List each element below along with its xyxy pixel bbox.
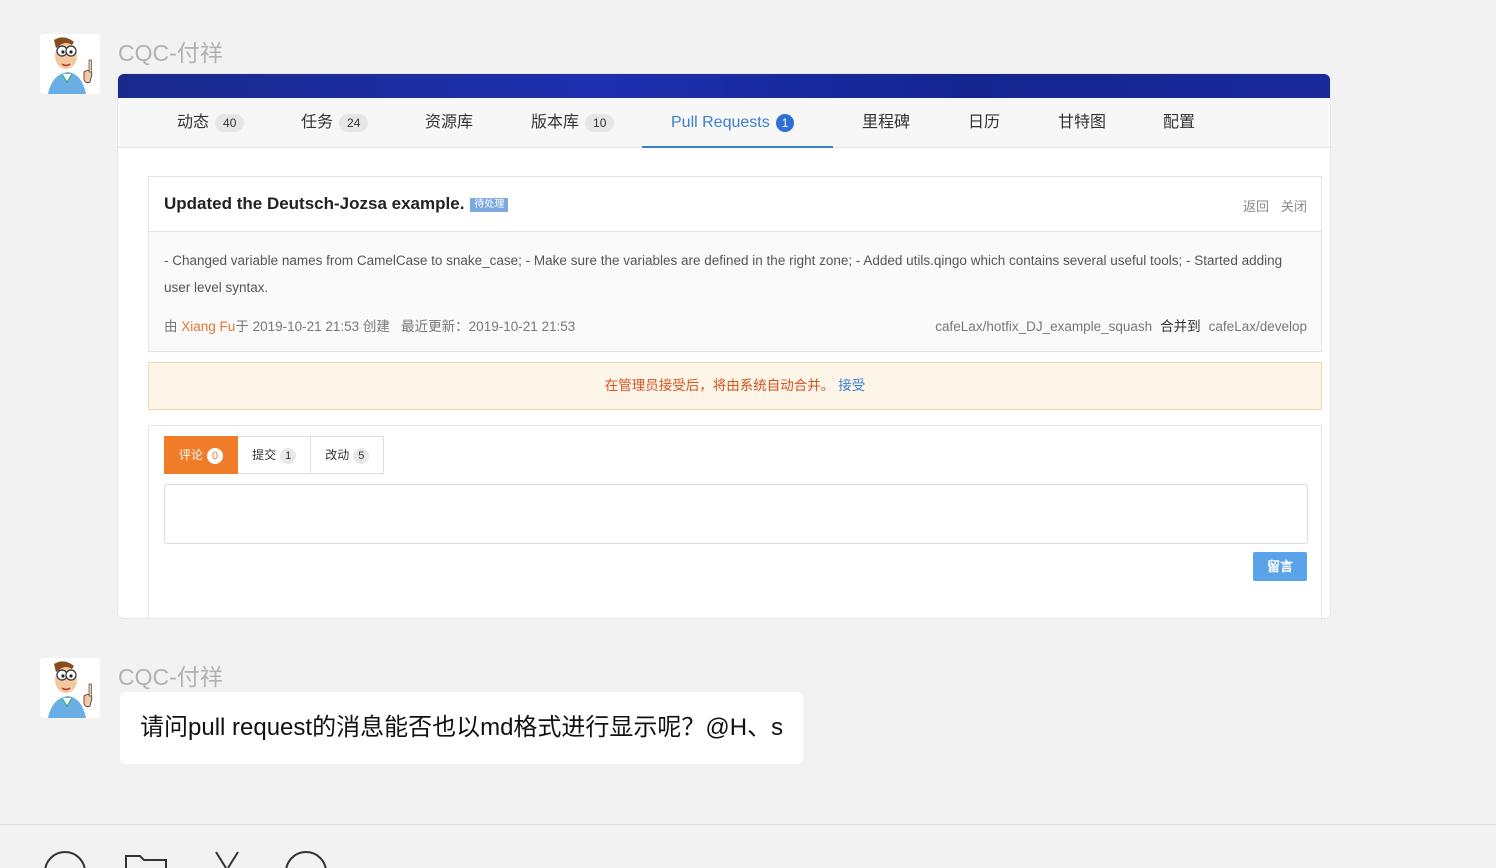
status-badge: 待处理 (470, 198, 509, 212)
tab-pull-requests[interactable]: Pull Requests 1 (671, 98, 795, 148)
post-comment-button[interactable]: 留言 (1253, 552, 1307, 581)
close-link[interactable]: 关闭 (1281, 199, 1307, 214)
emoji-icon[interactable] (44, 850, 88, 868)
avatar[interactable] (40, 658, 100, 718)
tab-milestones[interactable]: 里程碑 (862, 98, 910, 148)
pull-request-card: Updated the Deutsch-Jozsa example. 待处理 返回… (148, 176, 1322, 352)
project-nav: 动态 40 任务 24 资源库 版本库 10 Pull Requests 1 里程碑 日… (118, 98, 1330, 148)
active-tab-indicator (642, 146, 833, 148)
accept-link[interactable]: 接受 (838, 378, 865, 393)
tab-count: 1 (775, 113, 795, 132)
screenshot-image[interactable]: 动态 40 任务 24 资源库 版本库 10 Pull Requests 1 里程碑 日… (118, 74, 1330, 618)
pr-description: - Changed variable names from CamelCase … (164, 253, 1283, 295)
tab-activity[interactable]: 动态 40 (177, 98, 245, 148)
tab-repository[interactable]: 版本库 10 (531, 98, 615, 148)
pr-meta: 由 Xiang Fu于 2019-10-21 21:53 创建 最近更新：201… (164, 319, 576, 334)
tab-count: 40 (215, 113, 245, 132)
tab-settings[interactable]: 配置 (1163, 98, 1195, 148)
pr-branches: cafeLax/hotfix_DJ_example_squash 合并到 cafeL… (935, 319, 1307, 334)
tab-calendar[interactable]: 日历 (968, 98, 1000, 148)
sender-name: CQC-付祥 (118, 664, 223, 690)
tab-count: 24 (339, 113, 369, 132)
tab-resources[interactable]: 资源库 (425, 98, 473, 148)
pr-actions: 返回 关闭 (1231, 196, 1307, 215)
pr-header: Updated the Deutsch-Jozsa example. 待处理 返回… (149, 177, 1321, 232)
tab-gantt[interactable]: 甘特图 (1058, 98, 1106, 148)
scissors-icon[interactable] (212, 850, 242, 868)
message-bubble[interactable]: 请问pull request的消息能否也以md格式进行显示呢？@H、s (120, 692, 804, 764)
folder-icon[interactable] (124, 850, 168, 868)
comment-tabs: 评论 0 提交 1 改动 5 (164, 436, 385, 474)
merge-notice: 在管理员接受后，将由系统自动合并。 接受 (148, 362, 1322, 410)
comment-input[interactable] (164, 484, 1308, 544)
author-link[interactable]: Xiang Fu (181, 319, 235, 334)
comment-section: 评论 0 提交 1 改动 5 留言 (148, 425, 1322, 618)
input-divider (0, 824, 1496, 825)
pr-title: Updated the Deutsch-Jozsa example. 待处理 (164, 194, 509, 214)
back-link[interactable]: 返回 (1243, 199, 1269, 214)
tab-changes[interactable]: 改动 5 (311, 436, 385, 474)
tab-tasks[interactable]: 任务 24 (301, 98, 369, 148)
tab-count: 10 (585, 113, 615, 132)
avatar[interactable] (40, 34, 100, 94)
tab-comments[interactable]: 评论 0 (164, 436, 239, 474)
target-branch: cafeLax/develop (1208, 319, 1307, 334)
source-branch: cafeLax/hotfix_DJ_example_squash (935, 319, 1153, 334)
project-banner (118, 74, 1330, 98)
sender-name: CQC-付祥 (118, 40, 223, 66)
chat-icon[interactable] (284, 850, 328, 868)
tab-commits[interactable]: 提交 1 (238, 436, 312, 474)
